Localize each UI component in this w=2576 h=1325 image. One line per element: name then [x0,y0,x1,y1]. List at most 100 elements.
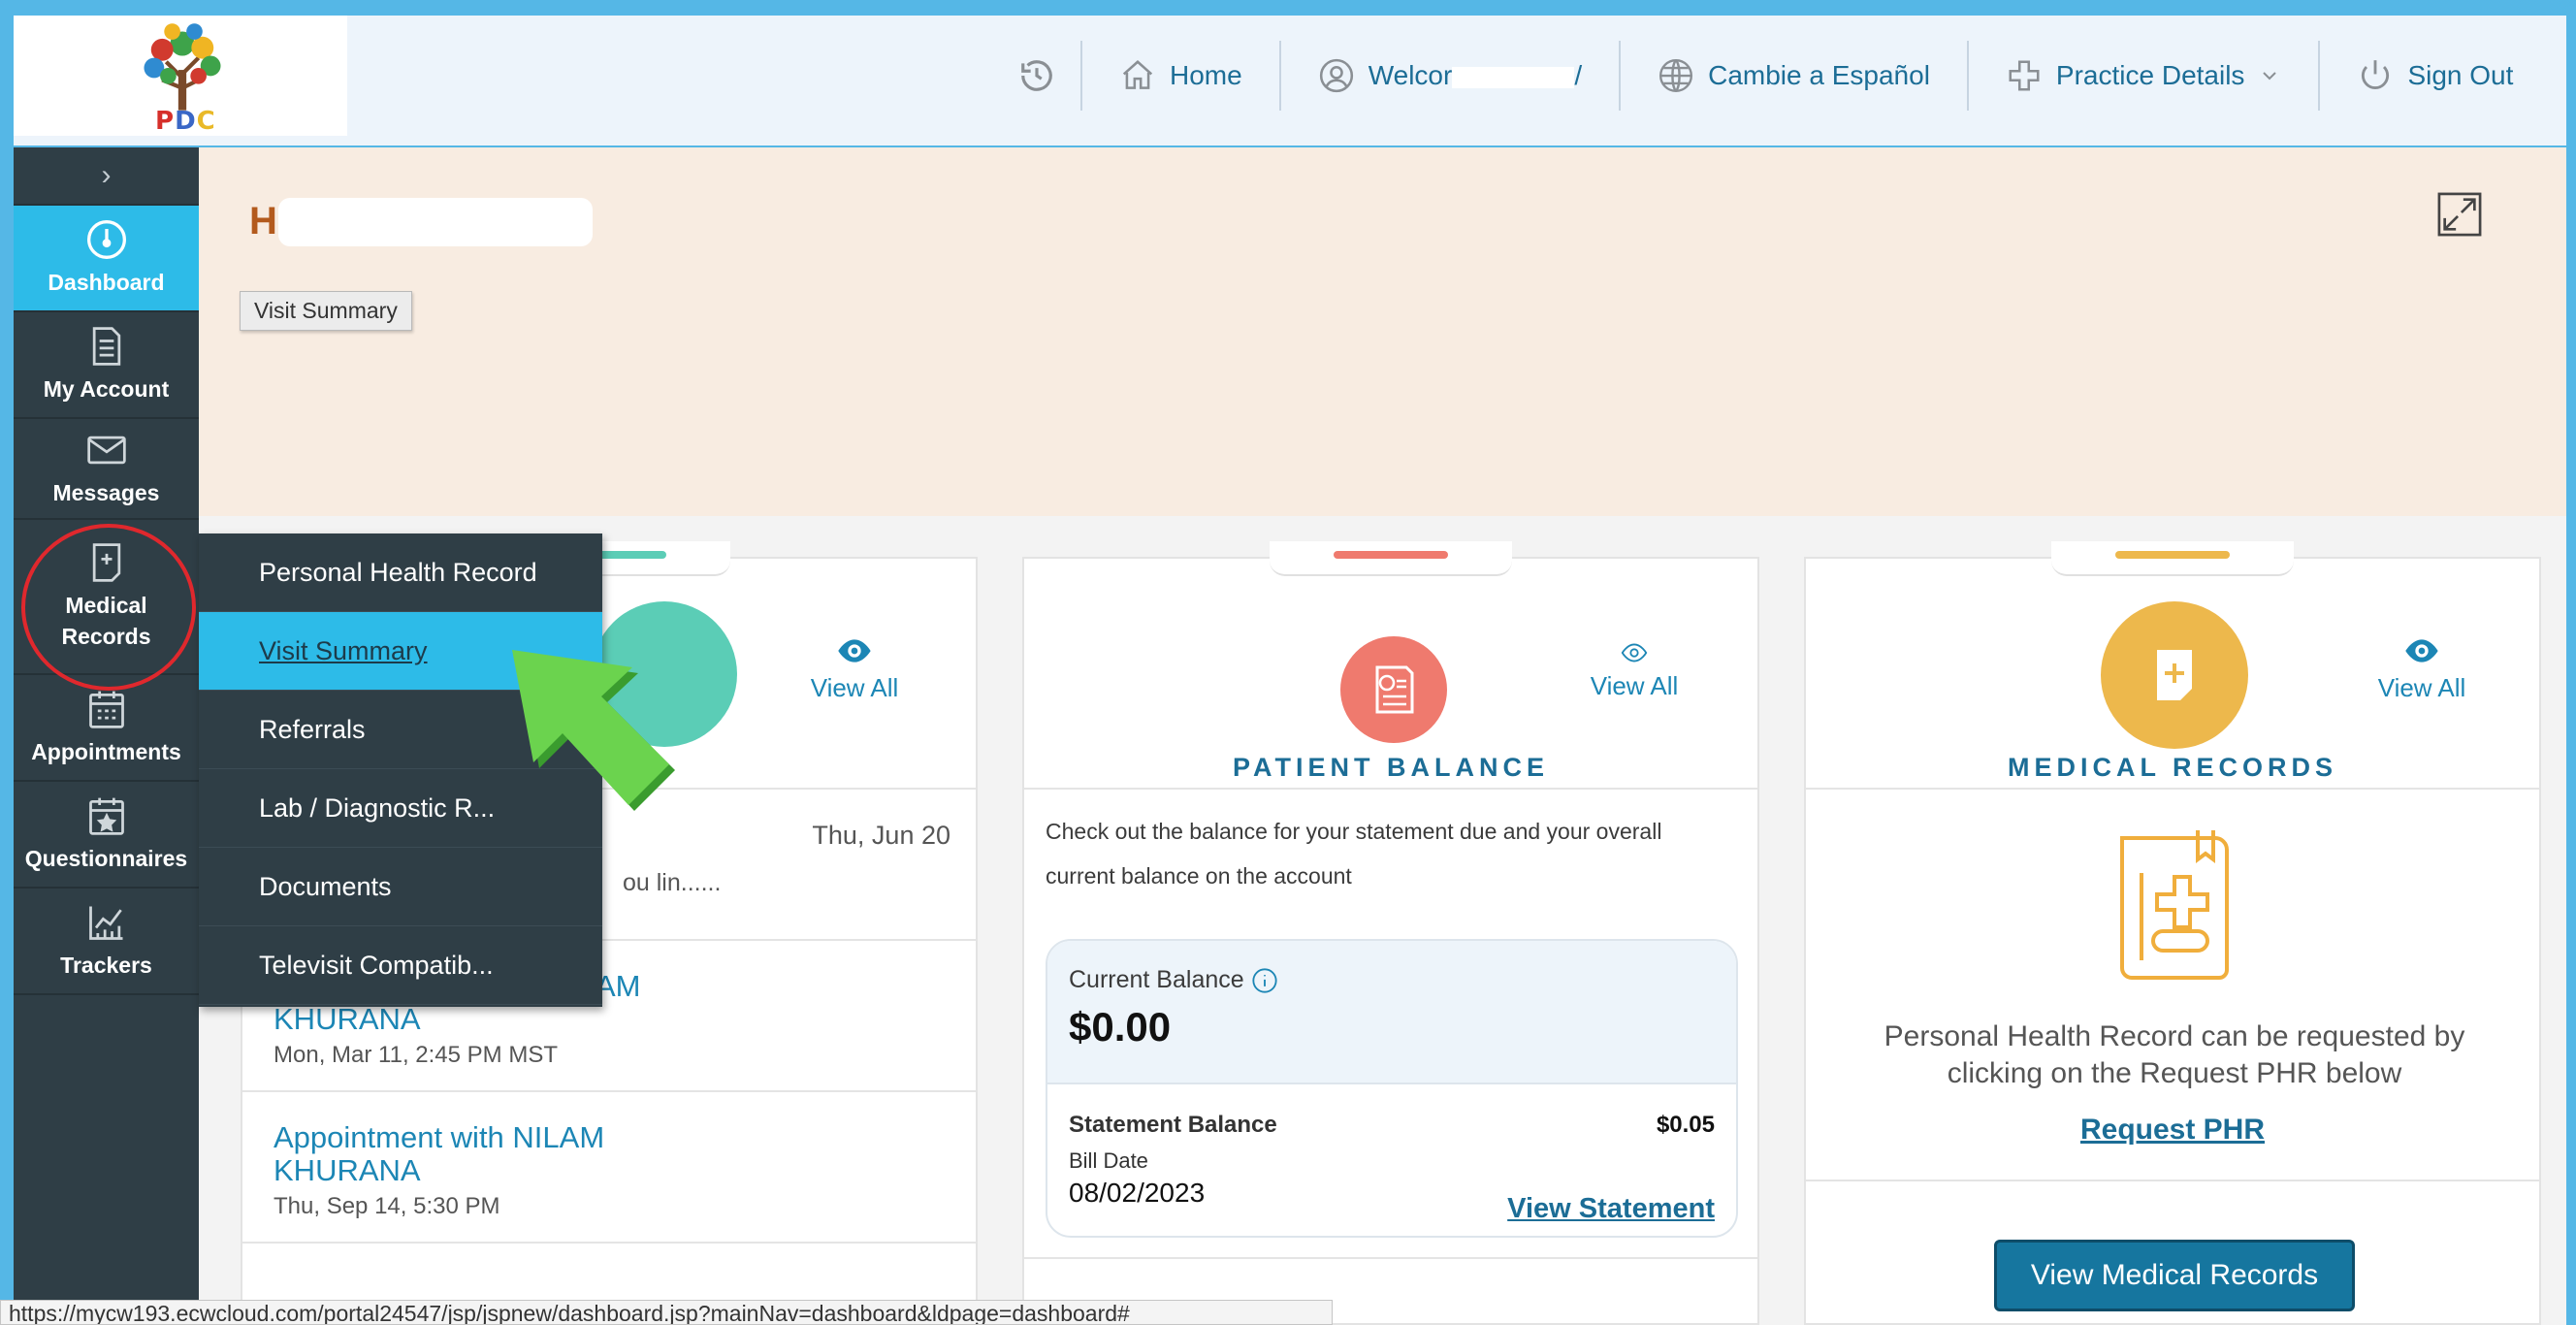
sidebar-item-label: Questionnaires [24,846,188,871]
receipt-icon [1340,636,1447,743]
view-statement-link[interactable]: View Statement [1507,1193,1715,1225]
masked-username [1452,66,1575,88]
card-divider [1806,1180,2539,1181]
welcome-user[interactable]: Welcor / [1278,41,1619,111]
bill-date-label: Bill Date [1069,1148,1148,1173]
header-bar: PDC Home Welcor / Cambie a Español Practi… [14,16,2566,145]
medical-record-icon [2101,601,2248,749]
card-accent-bar [1334,551,1448,559]
sidebar-item-messages[interactable]: Messages [14,419,199,520]
medical-records-card: View All MEDICAL RECORDS Personal Health… [1804,541,2541,1325]
sidebar-item-label: My Account [43,376,170,402]
logo-text: PDC [155,107,216,136]
highlight-circle [21,524,196,691]
speedometer-icon [86,220,126,259]
records-description: Personal Health Record can be requested … [1884,1020,2465,1089]
message-preview: ou lin...... [623,869,722,896]
greeting-banner: H Visit Summary [199,147,2566,516]
current-balance-label: Current Balance [1069,966,1715,994]
balance-view-all-link[interactable]: View All [1571,642,1697,701]
sidebar-item-label: Appointments [31,739,181,764]
eye-icon [838,639,871,662]
home-label: Home [1170,60,1242,90]
eye-icon [2405,639,2438,662]
language-label: Cambie a Español [1708,60,1930,90]
card-divider [1024,1257,1757,1259]
appointment-title: Appointment with NILAM KHURANA [274,1120,605,1187]
masked-greeting [278,198,593,246]
medical-document-icon [2120,830,2229,980]
appointment-time: Thu, Sep 14, 5:30 PM [274,1193,500,1219]
sidebar-item-label: Messages [52,480,160,505]
records-card-title: MEDICAL RECORDS [2007,753,2338,782]
request-phr-link[interactable]: Request PHR [1806,1114,2539,1147]
current-balance-amount: $0.00 [1069,1004,1172,1050]
list-item[interactable]: Appointment with NILAM KHURANA Thu, Sep 1… [274,1121,604,1220]
status-bar-url: https://mycw193.ecwcloud.com/portal24547… [0,1300,1333,1325]
card-accent-bar [2115,551,2230,559]
history-icon [1021,60,1052,91]
card-tab [1270,541,1512,576]
sidebar-item-dashboard[interactable]: Dashboard [14,206,199,312]
power-icon [2362,60,2390,89]
message-date: Thu, Jun 20 [812,821,950,850]
info-icon[interactable] [1251,967,1278,994]
balance-box: Current Balance $0.00 Statement Balance … [1046,939,1738,1238]
plus-cross-icon [2009,60,2040,91]
records-view-all-link[interactable]: View All [2359,636,2485,703]
calendar-star-icon [88,797,124,835]
logo[interactable]: PDC [14,16,347,136]
view-medical-records-button[interactable]: View Medical Records [1994,1240,2355,1311]
eye-icon [1621,643,1648,662]
envelope-icon [86,436,126,465]
practice-details-dropdown[interactable]: Practice Details [1966,41,2319,111]
user-icon [1319,58,1353,93]
card-divider [1806,788,2539,790]
language-link[interactable]: Cambie a Español [1619,41,1967,111]
practice-details-label: Practice Details [2055,60,2245,90]
card-divider [1024,788,1757,790]
left-frame [0,0,14,1325]
balance-description: Check out the balance for your statement… [1046,819,1662,889]
chevron-down-icon [2263,72,2277,81]
home-icon [1122,60,1153,89]
menu-item-televisit[interactable]: Televisit Compatib... [199,926,602,1005]
card-tab [2051,541,2294,576]
menu-item-documents[interactable]: Documents [199,848,602,926]
card-divider [242,1242,976,1244]
history-button[interactable] [993,41,1080,111]
sign-out-label: Sign Out [2407,60,2514,90]
tooltip: Visit Summary [240,291,412,331]
statement-balance-amount: $0.05 [1656,1112,1715,1138]
expand-icon[interactable] [2437,192,2482,237]
menu-item-personal-health-record[interactable]: Personal Health Record [199,533,602,612]
welcome-label: Welcor / [1368,60,1583,90]
sign-out-link[interactable]: Sign Out [2318,41,2550,111]
sidebar-toggle-button[interactable]: › [14,147,199,206]
balance-card-title: PATIENT BALANCE [1233,753,1549,782]
messages-view-all-link[interactable]: View All [791,636,918,703]
chevron-right-icon: › [101,159,112,191]
sidebar-item-trackers[interactable]: Trackers [14,889,199,995]
calendar-icon [88,691,124,728]
card-divider [242,1090,976,1092]
pointer-arrow-icon [512,650,675,811]
home-link[interactable]: Home [1080,41,1279,111]
sidebar-item-appointments[interactable]: Appointments [14,675,199,782]
greeting-title: H [249,200,277,242]
top-frame [0,0,2576,16]
patient-balance-card: View All PATIENT BALANCE Check out the b… [1022,541,1759,1325]
globe-icon [1659,58,1693,93]
appointment-time: Mon, Mar 11, 2:45 PM MST [274,1042,558,1068]
sidebar-item-label: Dashboard [48,270,165,295]
sidebar-item-label: Trackers [60,953,152,978]
sidebar-item-questionnaires[interactable]: Questionnaires [14,782,199,889]
tree-logo-icon [144,23,221,111]
document-icon [92,327,120,366]
sidebar-item-my-account[interactable]: My Account [14,312,199,419]
sidebar: › Dashboard My Account Messages Medical … [14,147,199,1325]
chart-icon [88,906,122,940]
right-frame [2566,0,2576,1325]
statement-balance-label: Statement Balance [1069,1112,1277,1138]
top-navigation: Home Welcor / Cambie a Español Practice D… [993,16,2550,136]
